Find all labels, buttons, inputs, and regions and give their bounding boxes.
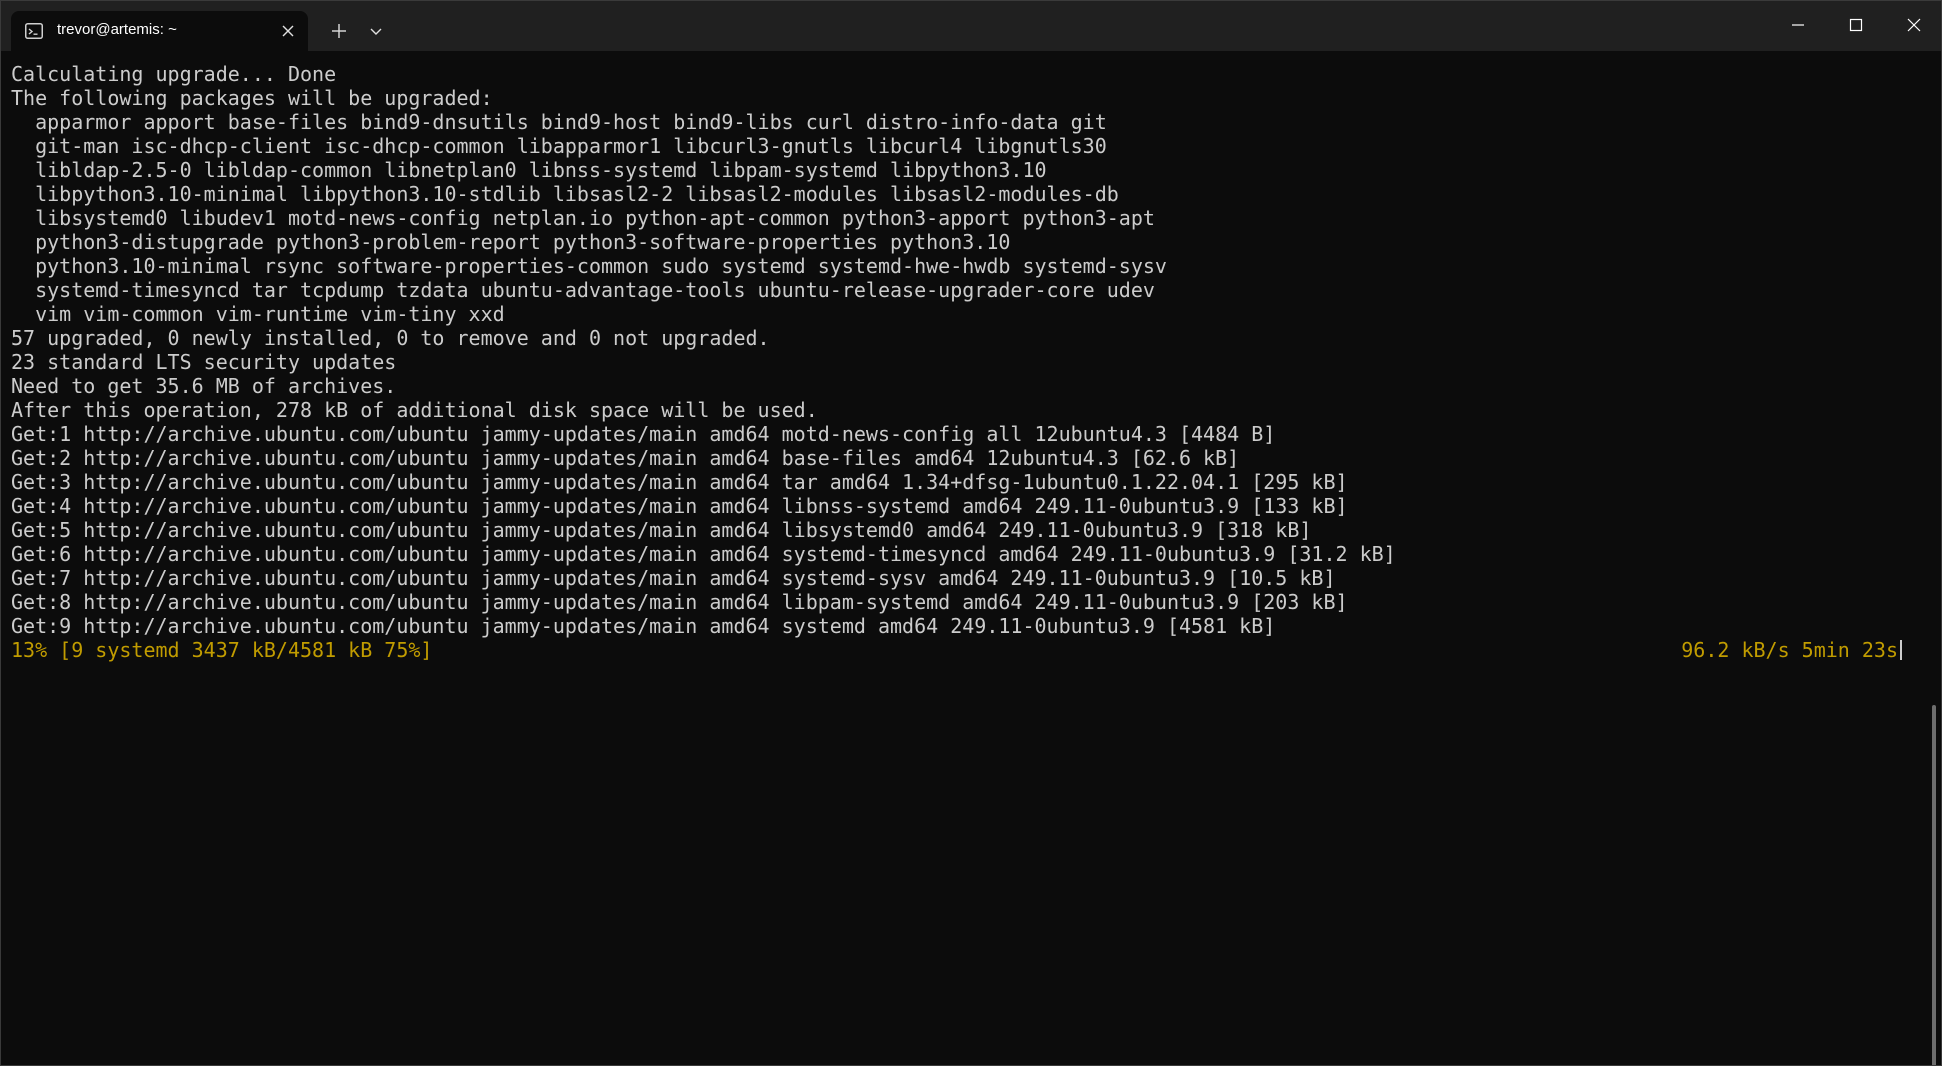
output-line: Get:1 http://archive.ubuntu.com/ubuntu j… bbox=[11, 422, 1276, 446]
output-line: 23 standard LTS security updates bbox=[11, 350, 397, 374]
text-cursor bbox=[1900, 640, 1902, 660]
output-line: python3-distupgrade python3-problem-repo… bbox=[11, 230, 1011, 254]
chevron-down-icon[interactable] bbox=[363, 19, 389, 43]
output-line: apparmor apport base-files bind9-dnsutil… bbox=[11, 110, 1107, 134]
progress-line: 13% [9 systemd 3437 kB/4581 kB 75%] 96.2… bbox=[11, 638, 1902, 662]
output-line: systemd-timesyncd tar tcpdump tzdata ubu… bbox=[11, 278, 1155, 302]
maximize-icon bbox=[1849, 18, 1863, 32]
output-line: libldap-2.5-0 libldap-common libnetplan0… bbox=[11, 158, 1047, 182]
minimize-icon bbox=[1792, 24, 1804, 26]
tab-close-icon[interactable] bbox=[279, 22, 297, 40]
close-icon bbox=[1907, 18, 1921, 32]
progress-status: 13% [9 systemd 3437 kB/4581 kB 75%] bbox=[11, 638, 433, 662]
output-line: The following packages will be upgraded: bbox=[11, 86, 493, 110]
progress-speed-eta: 96.2 kB/s 5min 23s bbox=[1681, 638, 1898, 662]
vertical-scrollbar[interactable] bbox=[1932, 705, 1936, 1065]
output-line: Get:6 http://archive.ubuntu.com/ubuntu j… bbox=[11, 542, 1396, 566]
output-line: Get:5 http://archive.ubuntu.com/ubuntu j… bbox=[11, 518, 1312, 542]
output-line: Get:4 http://archive.ubuntu.com/ubuntu j… bbox=[11, 494, 1348, 518]
output-line: Calculating upgrade... Done bbox=[11, 62, 337, 86]
output-line: Get:3 http://archive.ubuntu.com/ubuntu j… bbox=[11, 470, 1348, 494]
output-line: libpython3.10-minimal libpython3.10-stdl… bbox=[11, 182, 1119, 206]
output-line: Get:8 http://archive.ubuntu.com/ubuntu j… bbox=[11, 590, 1348, 614]
output-line: After this operation, 278 kB of addition… bbox=[11, 398, 818, 422]
output-line: python3.10-minimal rsync software-proper… bbox=[11, 254, 1167, 278]
minimize-button[interactable] bbox=[1769, 1, 1827, 49]
terminal-icon bbox=[25, 23, 43, 39]
output-line: git-man isc-dhcp-client isc-dhcp-common … bbox=[11, 134, 1107, 158]
tab-title: trevor@artemis: ~ bbox=[57, 21, 177, 38]
output-line: Get:7 http://archive.ubuntu.com/ubuntu j… bbox=[11, 566, 1336, 590]
terminal-output[interactable]: Calculating upgrade... Done The followin… bbox=[1, 51, 1937, 1065]
title-bar: trevor@artemis: ~ bbox=[1, 1, 1941, 51]
maximize-button[interactable] bbox=[1827, 1, 1885, 49]
output-lines: Calculating upgrade... Done The followin… bbox=[11, 62, 1891, 638]
output-line: vim vim-common vim-runtime vim-tiny xxd bbox=[11, 302, 505, 326]
output-line: libsystemd0 libudev1 motd-news-config ne… bbox=[11, 206, 1155, 230]
output-line: 57 upgraded, 0 newly installed, 0 to rem… bbox=[11, 326, 770, 350]
terminal-window: trevor@artemis: ~ Calculating upgrade...… bbox=[0, 0, 1942, 1066]
output-line: Need to get 35.6 MB of archives. bbox=[11, 374, 397, 398]
tab-active[interactable]: trevor@artemis: ~ bbox=[11, 11, 308, 51]
output-line: Get:9 http://archive.ubuntu.com/ubuntu j… bbox=[11, 614, 1276, 638]
close-button[interactable] bbox=[1885, 1, 1941, 49]
output-line: Get:2 http://archive.ubuntu.com/ubuntu j… bbox=[11, 446, 1240, 470]
new-tab-plus-icon[interactable] bbox=[325, 19, 353, 43]
